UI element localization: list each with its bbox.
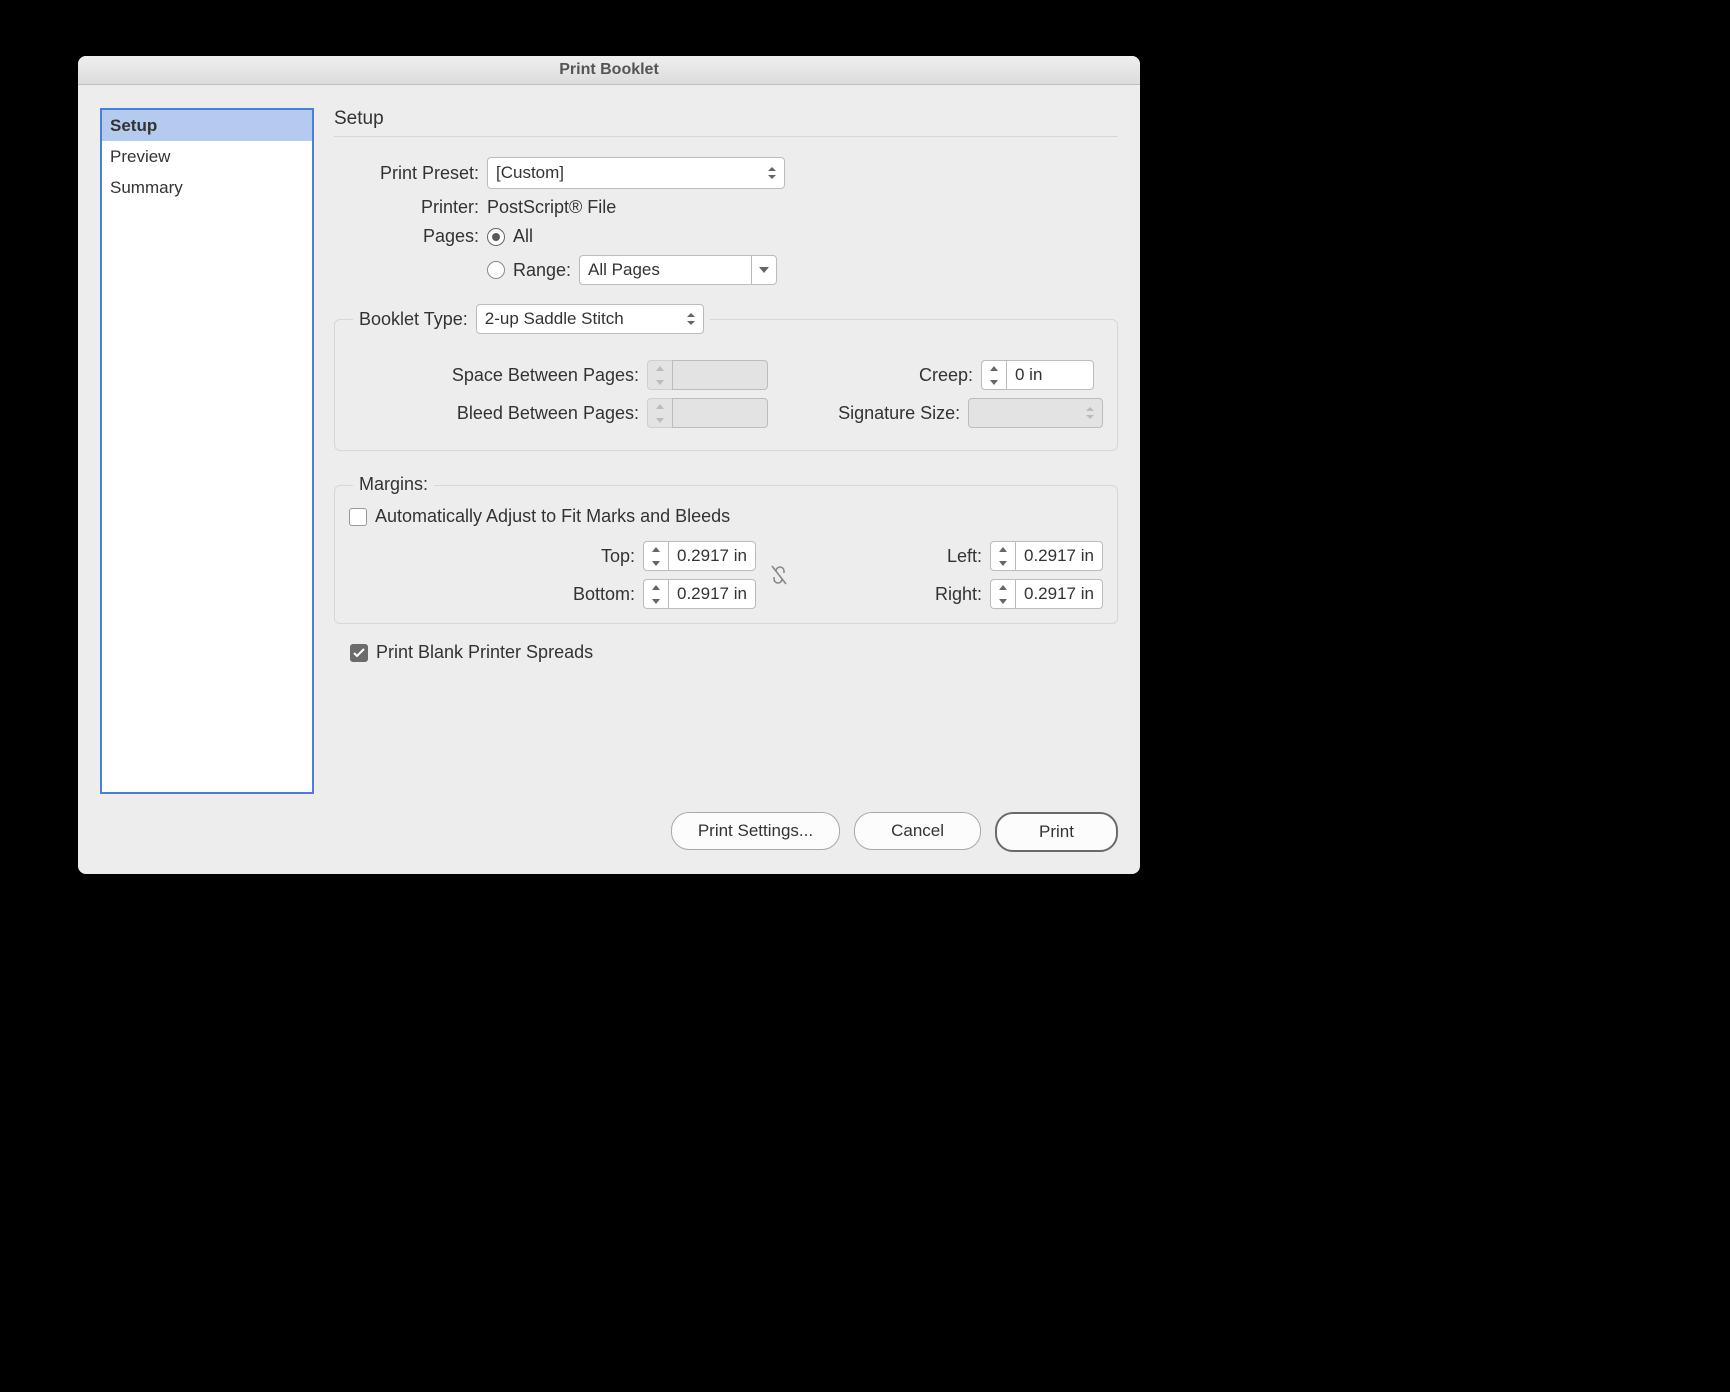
panel-title: Setup: [334, 108, 1118, 130]
pages-range-radio[interactable]: [487, 261, 505, 279]
margin-bottom-label: Bottom:: [349, 584, 635, 605]
pages-all-label: All: [513, 226, 533, 247]
signature-size-label: Signature Size:: [783, 403, 960, 424]
margin-top-label: Top:: [349, 546, 635, 567]
margins-group: Margins: Automatically Adjust to Fit Mar…: [334, 485, 1118, 624]
pages-range-label: Range:: [513, 260, 571, 281]
chevron-down-icon: [648, 375, 672, 389]
chevron-down-icon[interactable]: [982, 375, 1006, 389]
booklet-group: Booklet Type: 2-up Saddle Stitch Space B…: [334, 319, 1118, 451]
sidebar-item-setup[interactable]: Setup: [102, 110, 312, 141]
margin-left-label: Left:: [802, 546, 982, 567]
margin-right-input[interactable]: 0.2917 in: [1015, 579, 1103, 609]
chevron-up-icon: [648, 399, 672, 413]
chevron-up-icon[interactable]: [991, 542, 1015, 556]
print-booklet-dialog: Print Booklet Setup Preview Summary Setu…: [78, 56, 1140, 874]
sidebar-item-preview[interactable]: Preview: [102, 141, 312, 172]
space-between-label: Space Between Pages:: [349, 365, 639, 386]
chevron-updown-icon: [1084, 405, 1096, 421]
booklet-type-select[interactable]: 2-up Saddle Stitch: [476, 304, 704, 334]
print-preset-label: Print Preset:: [334, 163, 479, 184]
sidebar: Setup Preview Summary: [100, 108, 314, 794]
chevron-up-icon[interactable]: [982, 361, 1006, 375]
chevron-down-icon[interactable]: [991, 594, 1015, 608]
print-preset-value: [Custom]: [496, 163, 564, 183]
pages-range-select[interactable]: All Pages: [579, 255, 777, 285]
dialog-buttons: Print Settings... Cancel Print: [671, 812, 1118, 852]
space-between-stepper: [647, 360, 768, 390]
booklet-type-value: 2-up Saddle Stitch: [485, 309, 624, 329]
print-preset-select[interactable]: [Custom]: [487, 157, 785, 189]
signature-size-select: [968, 398, 1103, 428]
pages-all-radio[interactable]: [487, 228, 505, 246]
chevron-up-icon: [648, 361, 672, 375]
auto-adjust-label: Automatically Adjust to Fit Marks and Bl…: [375, 506, 730, 527]
margins-group-label: Margins:: [353, 474, 434, 495]
pages-label: Pages:: [334, 226, 479, 247]
chevron-updown-icon: [766, 165, 778, 181]
print-blank-spreads-checkbox[interactable]: [350, 644, 368, 662]
printer-value: PostScript® File: [487, 197, 616, 218]
chevron-down-icon: [648, 413, 672, 427]
divider: [334, 136, 1118, 137]
margin-left-stepper[interactable]: 0.2917 in: [990, 541, 1103, 571]
margin-top-stepper[interactable]: 0.2917 in: [643, 541, 756, 571]
chevron-down-icon[interactable]: [991, 556, 1015, 570]
margin-right-stepper[interactable]: 0.2917 in: [990, 579, 1103, 609]
dialog-title: Print Booklet: [78, 56, 1140, 85]
print-button[interactable]: Print: [995, 812, 1118, 852]
cancel-button[interactable]: Cancel: [854, 812, 981, 850]
setup-panel: Setup Print Preset: [Custom] Printer: P: [334, 108, 1118, 800]
margin-bottom-stepper[interactable]: 0.2917 in: [643, 579, 756, 609]
bleed-between-input: [672, 398, 768, 428]
bleed-between-label: Bleed Between Pages:: [349, 403, 639, 424]
bleed-between-stepper: [647, 398, 768, 428]
margin-left-input[interactable]: 0.2917 in: [1015, 541, 1103, 571]
margin-right-label: Right:: [802, 584, 982, 605]
link-margins-icon[interactable]: [770, 564, 788, 586]
chevron-up-icon[interactable]: [991, 580, 1015, 594]
auto-adjust-checkbox[interactable]: [349, 508, 367, 526]
chevron-down-icon: [751, 255, 777, 285]
sidebar-item-summary[interactable]: Summary: [102, 172, 312, 203]
space-between-input: [672, 360, 768, 390]
chevron-up-icon[interactable]: [644, 580, 668, 594]
booklet-type-label: Booklet Type:: [359, 309, 468, 330]
printer-label: Printer:: [334, 197, 479, 218]
creep-input[interactable]: 0 in: [1006, 360, 1094, 390]
chevron-down-icon[interactable]: [644, 594, 668, 608]
print-blank-spreads-label: Print Blank Printer Spreads: [376, 642, 593, 663]
creep-label: Creep:: [783, 365, 973, 386]
chevron-up-icon[interactable]: [644, 542, 668, 556]
print-settings-button[interactable]: Print Settings...: [671, 812, 840, 850]
creep-stepper[interactable]: 0 in: [981, 360, 1094, 390]
pages-range-value: All Pages: [588, 260, 660, 280]
margin-top-input[interactable]: 0.2917 in: [668, 541, 756, 571]
chevron-down-icon[interactable]: [644, 556, 668, 570]
chevron-updown-icon: [685, 311, 697, 327]
margin-bottom-input[interactable]: 0.2917 in: [668, 579, 756, 609]
